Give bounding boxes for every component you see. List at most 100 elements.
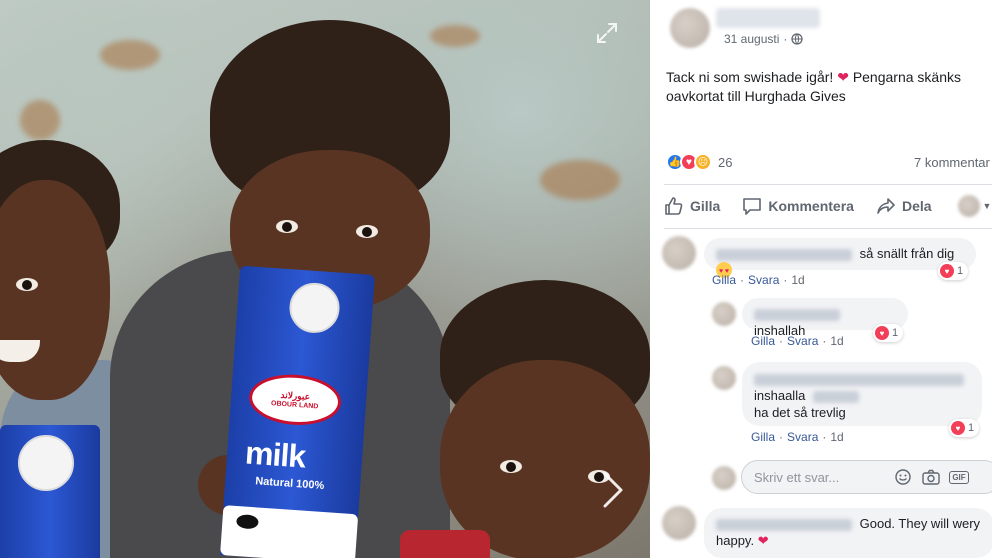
- react-as-avatar[interactable]: [957, 195, 980, 217]
- expand-icon[interactable]: [596, 22, 618, 44]
- comment-like-link[interactable]: Gilla: [712, 273, 736, 287]
- red-heart-icon: ❤: [757, 533, 769, 548]
- poster-avatar[interactable]: [670, 8, 710, 48]
- wall-texture: [430, 25, 480, 47]
- meta-separator: ·: [779, 430, 784, 444]
- wall-texture: [540, 160, 620, 200]
- reply-input-box[interactable]: GIF: [741, 460, 992, 494]
- reply-reaction-badge[interactable]: ♥ 1: [873, 324, 904, 342]
- share-label: Dela: [901, 198, 932, 214]
- carton-cow-pattern: [220, 505, 359, 558]
- eye: [276, 220, 298, 233]
- replier-avatar[interactable]: [712, 302, 736, 326]
- meta-separator: ·: [740, 273, 745, 287]
- reply-time[interactable]: 1d: [830, 430, 843, 444]
- emoji-icon[interactable]: [894, 468, 912, 486]
- comments-count-link[interactable]: 7 kommentar: [914, 155, 990, 170]
- share-icon: [877, 198, 895, 214]
- like-label: Gilla: [690, 198, 721, 214]
- replier-name-redacted[interactable]: [754, 373, 964, 386]
- meta-separator: ·: [783, 273, 788, 287]
- globe-icon[interactable]: [791, 33, 804, 45]
- meta-separator: ·: [783, 32, 788, 46]
- reply-meta: Gilla · Svara · 1d: [751, 430, 844, 444]
- wall-texture: [20, 100, 60, 140]
- share-button[interactable]: Dela: [876, 196, 932, 216]
- carton-cap: [287, 281, 342, 335]
- post-text: Tack ni som swishade igår! ❤ Pengarna sk…: [666, 68, 988, 106]
- carton-sub-text: Natural 100%: [254, 475, 325, 493]
- camera-icon[interactable]: [922, 468, 940, 486]
- comment-text-line2: happy.: [716, 533, 755, 548]
- child-right-shirt: [400, 530, 490, 558]
- divider: [664, 228, 992, 229]
- comment-bubble: Good. They will wery happy. ❤: [704, 508, 992, 558]
- reply-reaction-badge[interactable]: ♥ 1: [949, 419, 980, 437]
- milk-carton-left: [0, 425, 100, 558]
- comment-bubble: så snällt från dig: [704, 238, 976, 280]
- reply-meta: Gilla · Svara · 1d: [751, 334, 844, 348]
- thumbs-up-icon: [665, 197, 683, 215]
- replier-avatar[interactable]: [712, 366, 736, 390]
- current-user-avatar: [712, 466, 736, 490]
- reply-like-link[interactable]: Gilla: [751, 334, 775, 348]
- meta-separator: ·: [822, 430, 827, 444]
- carton-cap: [18, 435, 74, 491]
- comment-label: Kommentera: [768, 198, 854, 214]
- reply-input[interactable]: [754, 469, 884, 485]
- comment-meta: Gilla · Svara · 1d: [712, 273, 805, 287]
- meta-separator: ·: [822, 334, 827, 348]
- heart-icon: ♥: [940, 264, 954, 278]
- heart-icon: ♥: [951, 421, 965, 435]
- meta-separator: ·: [779, 334, 784, 348]
- reply-like-link[interactable]: Gilla: [751, 430, 775, 444]
- comment-like-count: 1: [957, 265, 964, 277]
- comment-icon: [743, 198, 762, 215]
- reactions-summary[interactable]: 👍 ♥ ☹ 26: [666, 153, 732, 171]
- reply-reply-link[interactable]: Svara: [787, 430, 818, 444]
- child-right-face: [440, 360, 650, 558]
- chevron-down-icon[interactable]: ▼: [983, 201, 992, 211]
- reply-text-line1: inshaalla: [754, 388, 806, 403]
- divider: [664, 184, 992, 185]
- post-panel: 31 augusti · Tack ni som swishade igår! …: [650, 0, 992, 558]
- comment-reply-link[interactable]: Svara: [748, 273, 779, 287]
- reply-time[interactable]: 1d: [830, 334, 843, 348]
- reaction-count: 26: [718, 154, 733, 170]
- sad-reaction-icon: ☹: [694, 153, 712, 171]
- red-heart-icon: ❤: [837, 69, 849, 85]
- eye: [500, 460, 522, 473]
- post-date[interactable]: 31 augusti: [724, 32, 779, 46]
- poster-name-redacted[interactable]: [716, 8, 820, 28]
- reply-text-line2: ha det så trevlig: [754, 405, 846, 420]
- reply-like-count: 1: [968, 422, 975, 434]
- comment-reaction-badge[interactable]: ♥ 1: [938, 262, 969, 280]
- eye: [16, 278, 38, 291]
- commenter-avatar[interactable]: [662, 506, 696, 540]
- post-meta: 31 augusti ·: [724, 32, 804, 46]
- commenter-name-redacted[interactable]: [716, 248, 852, 261]
- reply-reply-link[interactable]: Svara: [787, 334, 818, 348]
- mentioned-name-redacted[interactable]: [812, 390, 859, 403]
- replier-name-redacted[interactable]: [754, 308, 840, 321]
- like-button[interactable]: Gilla: [664, 196, 720, 216]
- post-actions: Gilla Kommentera Dela ▼: [664, 188, 992, 224]
- wall-texture: [100, 40, 160, 70]
- post-text-part1: Tack ni som swishade igår!: [666, 69, 834, 85]
- commenter-name-redacted[interactable]: [716, 518, 852, 531]
- gif-icon[interactable]: GIF: [949, 468, 969, 486]
- carton-milk-text: milk: [244, 434, 307, 475]
- brand-latin: OBOUR LAND: [270, 400, 319, 411]
- commenter-avatar[interactable]: [662, 236, 696, 270]
- heart-icon: ♥: [875, 326, 889, 340]
- eye: [356, 225, 378, 238]
- comment-text-line1: Good. They will wery: [859, 516, 981, 531]
- next-photo-arrow-icon[interactable]: [600, 470, 626, 510]
- post-photo[interactable]: عبورلاند OBOUR LAND milk Natural 100%: [0, 0, 650, 558]
- carton-brand-logo: عبورلاند OBOUR LAND: [247, 371, 343, 428]
- reply-like-count: 1: [892, 327, 899, 339]
- reply-bubble: inshaalla ha det så trevlig: [742, 362, 982, 426]
- comment-time[interactable]: 1d: [791, 273, 804, 287]
- milk-carton: عبورلاند OBOUR LAND milk Natural 100%: [220, 265, 375, 558]
- comment-button[interactable]: Kommentera: [742, 196, 854, 216]
